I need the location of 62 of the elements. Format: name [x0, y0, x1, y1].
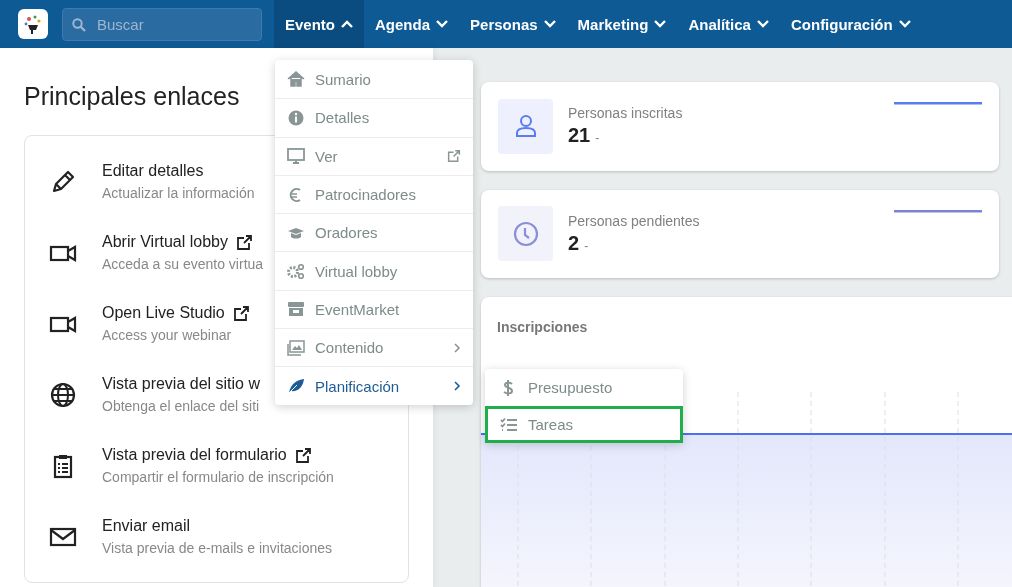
link-description: Vista previa de e-mails e invitaciones [102, 540, 333, 556]
logo-icon[interactable] [18, 9, 48, 39]
link-description: Compartir el formulario de inscripción [102, 469, 334, 485]
chevron-down-icon [543, 20, 556, 28]
stat-change: - [595, 131, 600, 146]
chevron-up-icon [341, 20, 353, 28]
chevron-right-icon [454, 381, 461, 391]
menu-item[interactable]: Oradores [275, 213, 473, 252]
store-icon [287, 300, 305, 319]
stat-label: Personas pendientes [568, 212, 701, 229]
link-title[interactable]: Vista previa del sitio w [102, 375, 260, 393]
monitor-icon [287, 147, 305, 166]
checklist-icon [500, 415, 518, 434]
link-description: Access your webinar [102, 327, 233, 343]
chevron-down-icon [898, 20, 911, 28]
menu-item[interactable]: EventMarket [275, 289, 473, 329]
nav-menu-item[interactable]: Analítica [677, 0, 780, 48]
external-link-icon[interactable] [236, 233, 253, 251]
nav-menu-item[interactable]: Evento [274, 0, 364, 48]
chevron-down-icon [756, 20, 769, 28]
menu-item[interactable]: Contenido [275, 328, 473, 367]
chevron-down-icon [436, 20, 449, 28]
external-link-icon[interactable] [232, 304, 250, 322]
chevron-down-icon [654, 20, 667, 28]
external-link-icon[interactable] [294, 446, 312, 464]
images-icon [287, 338, 305, 357]
nav-menu-item[interactable]: Configuración [779, 0, 922, 48]
home-icon [287, 70, 305, 89]
stat-value: 21 [568, 124, 591, 148]
clock-icon [511, 219, 540, 248]
chart-title: Inscripciones [497, 319, 589, 335]
menu-item[interactable]: Detalles [275, 98, 473, 137]
stat-value: 2 [568, 231, 580, 255]
nav-menu-item[interactable]: Marketing [566, 0, 678, 48]
link-description: Acceda a su evento virtua [102, 256, 264, 272]
leaf-icon [287, 377, 305, 395]
link-title[interactable]: Editar detalles [102, 162, 204, 180]
stat-label: Personas inscritas [568, 105, 684, 122]
menu-item[interactable]: Sumario [275, 60, 473, 99]
link-title[interactable]: Vista previa del formulario [102, 446, 287, 464]
menu-item[interactable]: Planificación [275, 366, 473, 405]
nav-menu-item[interactable]: Agenda [364, 0, 460, 48]
external-link-icon [447, 149, 461, 164]
globe-icon [49, 380, 77, 409]
chevron-right-icon [454, 342, 461, 353]
gears-icon [287, 262, 305, 281]
link-title[interactable]: Open Live Studio [102, 304, 225, 322]
link-title[interactable]: Abrir Virtual lobby [102, 233, 228, 251]
submenu-item[interactable]: Presupuesto [485, 369, 683, 406]
stat-change: - [584, 238, 589, 253]
link-description: Obtenga el enlace del siti [102, 398, 260, 414]
menu-item[interactable]: Ver [275, 136, 473, 175]
link-description: Actualizar la información [102, 185, 255, 201]
search-icon [72, 17, 86, 32]
search-field[interactable]: Buscar [62, 7, 262, 41]
submenu-item[interactable]: Tareas [485, 406, 683, 443]
info-icon [287, 108, 305, 127]
menu-item[interactable]: Patrocinadores [275, 174, 473, 214]
link-title[interactable]: Enviar email [102, 517, 191, 535]
section-title: Principales enlaces [24, 82, 241, 111]
menu-item[interactable]: Virtual lobby [275, 251, 473, 290]
nav-menu-item[interactable]: Personas [459, 0, 567, 48]
